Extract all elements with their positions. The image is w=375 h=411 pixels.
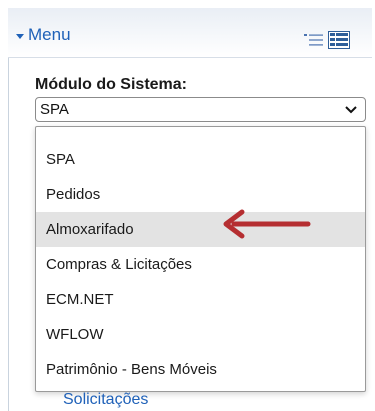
- option-almoxarifado[interactable]: Almoxarifado: [36, 212, 365, 247]
- red-pointer-arrow-icon: [220, 208, 312, 245]
- module-dropdown-list: SPA Pedidos Almoxarifado Compras & Licit…: [35, 126, 366, 392]
- option-spa[interactable]: SPA: [36, 142, 365, 177]
- option-patrimonio-bens-moveis[interactable]: Patrimônio - Bens Móveis: [36, 352, 365, 387]
- module-field-label: Módulo do Sistema:: [35, 76, 187, 93]
- sidebar-link-solicitacoes[interactable]: Solicitações: [63, 391, 148, 409]
- caret-down-icon: [16, 33, 24, 39]
- module-select-value: SPA: [40, 101, 69, 118]
- option-wflow[interactable]: WFLOW: [36, 317, 365, 352]
- chevron-down-icon: [345, 101, 357, 118]
- view-toggle-group: [304, 31, 350, 49]
- detail-view-icon[interactable]: [328, 31, 350, 49]
- module-select[interactable]: SPA: [35, 97, 366, 122]
- menu-toggle-label: Menu: [28, 25, 71, 44]
- option-compras-licitacoes[interactable]: Compras & Licitações: [36, 247, 365, 282]
- menu-toggle[interactable]: Menu: [16, 25, 71, 45]
- list-view-icon[interactable]: [304, 33, 324, 47]
- option-ecm-net[interactable]: ECM.NET: [36, 282, 365, 317]
- option-pedidos[interactable]: Pedidos: [36, 177, 365, 212]
